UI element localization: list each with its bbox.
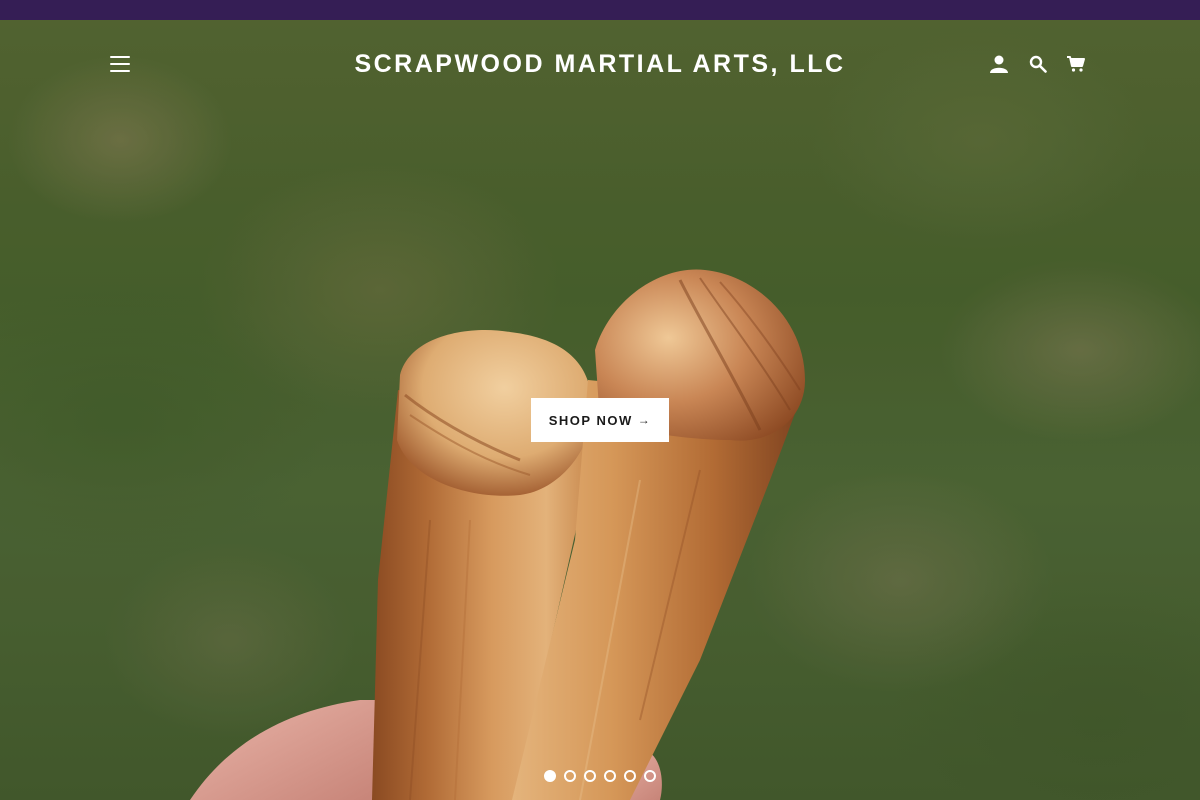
search-icon[interactable] [1026,52,1050,76]
cart-icon[interactable] [1064,52,1088,76]
site-title[interactable]: SCRAPWOOD MARTIAL ARTS, LLC [300,50,900,79]
account-icon[interactable] [987,52,1011,76]
hero-slideshow: SHOP NOW → [0,20,1200,800]
slide-dot-1[interactable] [544,770,556,782]
shop-now-label: SHOP NOW [548,412,633,428]
slide-dot-4[interactable] [604,770,616,782]
slideshow-dots [0,770,1200,782]
arrow-right-icon: → [637,413,652,427]
announcement-bar [0,0,1200,20]
slide-dot-2[interactable] [564,770,576,782]
menu-icon[interactable] [104,50,136,78]
slide-dot-3[interactable] [584,770,596,782]
slide-dot-5[interactable] [624,770,636,782]
shop-now-button[interactable]: SHOP NOW → [531,398,669,442]
site-header: SCRAPWOOD MARTIAL ARTS, LLC [0,20,1200,110]
slide-dot-6[interactable] [644,770,656,782]
